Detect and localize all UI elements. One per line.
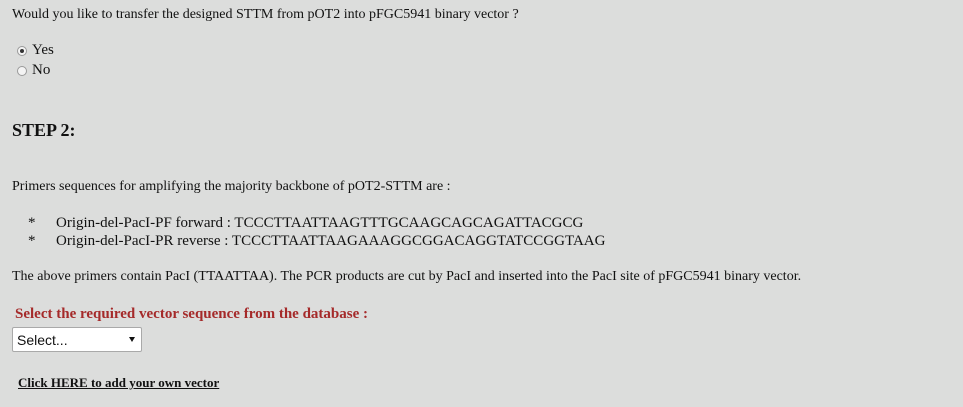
bullet-marker: * [28,215,36,231]
add-own-vector-link[interactable]: Click HERE to add your own vector [18,375,219,391]
radio-no-button[interactable] [17,65,27,76]
vector-select-label: Select the required vector sequence from… [15,306,368,322]
radio-yes[interactable]: Yes [17,42,54,59]
bullet-marker: * [28,233,36,249]
primer-reverse-text: Origin-del-PacI-PR reverse : TCCCTTAATTA… [56,233,606,249]
radio-yes-label: Yes [32,42,54,58]
primers-intro: Primers sequences for amplifying the maj… [12,179,451,194]
step-heading: STEP 2: [12,120,76,140]
vector-select-value: Select... [17,331,68,348]
pacI-note: The above primers contain PacI (TTAATTAA… [12,269,802,284]
radio-yes-button[interactable] [17,45,27,56]
chevron-down-icon [129,337,135,342]
primer-reverse: * Origin-del-PacI-PR reverse : TCCCTTAAT… [28,233,605,250]
radio-no[interactable]: No [17,62,50,79]
primer-forward: * Origin-del-PacI-PF forward : TCCCTTAAT… [28,215,583,232]
radio-no-label: No [32,62,51,78]
transfer-question: Would you like to transfer the designed … [12,7,519,22]
vector-select[interactable]: Select... [12,327,142,352]
primer-forward-text: Origin-del-PacI-PF forward : TCCCTTAATTA… [56,215,584,231]
